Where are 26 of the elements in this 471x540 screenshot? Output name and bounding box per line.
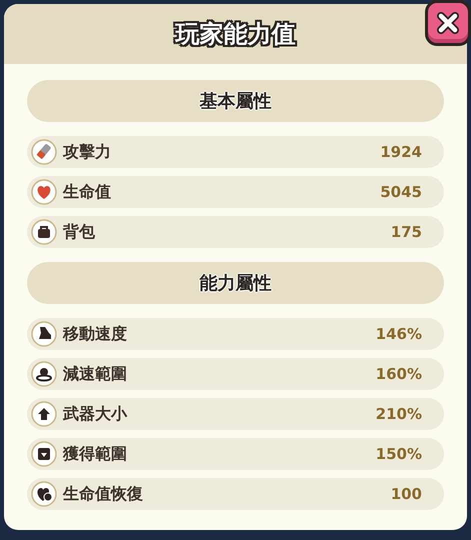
stat-label: 獲得範圍 — [63, 444, 128, 464]
stat-label: 生命值恢復 — [63, 484, 144, 504]
section-title: 能力屬性 — [200, 272, 272, 295]
stat-value: 1924 — [380, 143, 422, 161]
backpack-icon — [31, 219, 57, 245]
stat-value: 5045 — [380, 183, 422, 201]
stat-label: 移動速度 — [63, 324, 128, 344]
stat-value: 150% — [376, 445, 422, 463]
stat-label: 減速範圍 — [63, 364, 128, 384]
stat-label: 武器大小 — [63, 404, 128, 424]
ring-icon — [31, 361, 57, 387]
stat-value: 160% — [376, 365, 422, 383]
stat-label: 生命值 — [63, 182, 112, 202]
stat-label: 背包 — [63, 222, 96, 242]
stat-value: 100 — [390, 485, 422, 503]
stat-value: 146% — [376, 325, 422, 343]
dialog-title: 玩家能力值 — [176, 19, 296, 50]
stat-label: 攻擊力 — [63, 142, 112, 162]
stat-value: 210% — [376, 405, 422, 423]
section-title: 基本屬性 — [200, 90, 272, 113]
close-button[interactable] — [425, 0, 471, 46]
inbox-icon — [31, 441, 57, 467]
arrow-up-icon — [31, 401, 57, 427]
heart-plus-icon — [31, 481, 57, 507]
stat-value: 175 — [390, 223, 422, 241]
close-icon — [435, 10, 461, 36]
